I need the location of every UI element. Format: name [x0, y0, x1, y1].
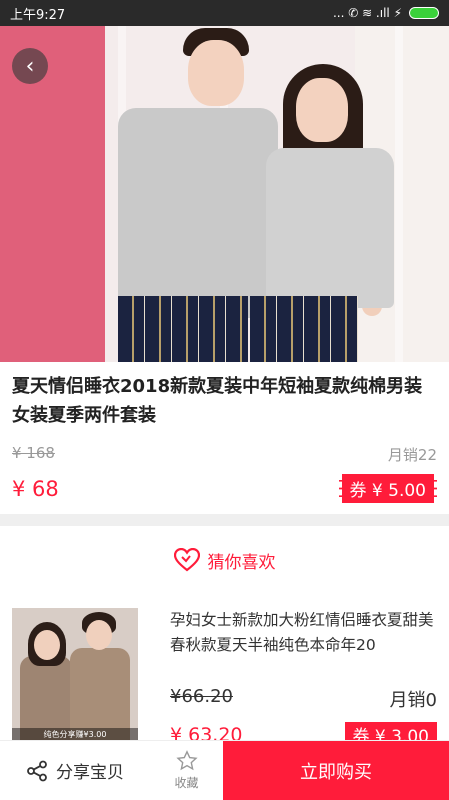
recommended-monthly-sales: 月销0 [389, 690, 437, 711]
share-button[interactable]: 分享宝贝 [0, 741, 150, 800]
status-bar: 上午9:27 ... ✆ ≋ .ıll ⚡ [0, 0, 449, 26]
battery-icon [409, 7, 439, 19]
coupon-badge[interactable]: 券 ¥ 5.00 [338, 474, 437, 503]
guess-you-like-label: 猜你喜欢 [207, 552, 276, 573]
guess-you-like-header: 猜你喜欢 [0, 540, 449, 580]
price-row-primary: ¥ 68 券 ¥ 5.00 [12, 474, 437, 503]
product-info: 夏天情侣睡衣2018新款夏装中年短袖夏款纯棉男装女装夏季两件套装 ¥ 168 月… [0, 362, 449, 512]
recommended-item[interactable]: 纯色分享赚¥3.00 孕妇女士新款加大粉红情侣睡衣夏甜美春秋款夏天半袖纯色本命年… [0, 600, 449, 750]
curtain-stripe [395, 26, 403, 362]
monthly-sales: 月销22 [387, 446, 437, 464]
favorite-button[interactable]: 收藏 [150, 741, 223, 800]
recommended-original-price: ¥66.20 [170, 686, 233, 707]
share-icon [27, 760, 47, 781]
status-icons: ... ✆ ≋ .ıll ⚡ [333, 6, 439, 20]
share-label: 分享宝贝 [56, 763, 124, 783]
original-price: ¥ 168 [12, 444, 55, 462]
favorite-label: 收藏 [174, 776, 199, 790]
chevron-left-icon: ‹ [25, 53, 35, 79]
recommended-item-title[interactable]: 孕妇女士新款加大粉红情侣睡衣夏甜美春秋款夏天半袖纯色本命年20 [170, 608, 438, 658]
price-row-secondary: ¥ 168 月销22 [12, 444, 437, 465]
status-time: 上午9:27 [10, 7, 66, 23]
status-icon-group: ... ✆ ≋ .ıll ⚡ [332, 6, 402, 20]
recommended-item-image[interactable]: 纯色分享赚¥3.00 [12, 608, 138, 742]
star-icon [175, 750, 198, 771]
heart-icon [173, 548, 200, 572]
buy-now-button[interactable]: 立即购买 [223, 741, 449, 800]
product-title: 夏天情侣睡衣2018新款夏装中年短袖夏款纯棉男装女装夏季两件套装 [12, 376, 423, 426]
section-divider [0, 514, 449, 526]
current-price: ¥ 68 [12, 476, 59, 501]
bottom-action-bar: 分享宝贝 收藏 立即购买 [0, 740, 449, 800]
product-hero-image[interactable]: ‹ [0, 26, 449, 362]
back-button[interactable]: ‹ [12, 48, 48, 84]
